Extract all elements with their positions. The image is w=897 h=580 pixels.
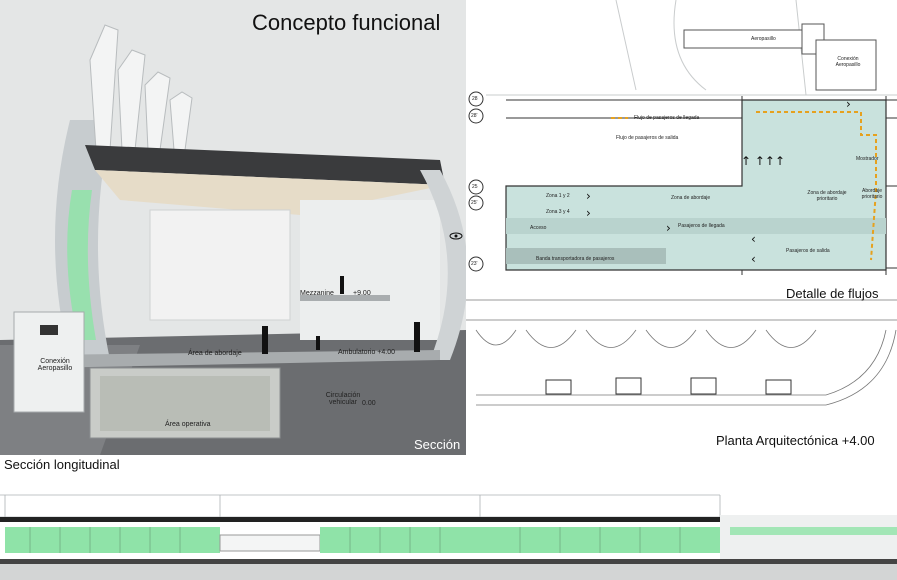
axis-label-23-prime: 23': [471, 261, 478, 267]
airbridge-connection-label: Conexión Aeropasillo: [37, 358, 73, 372]
departure-flow-legend: Flujo de pasajeros de salida: [616, 135, 679, 141]
axis-label-25: 25: [472, 184, 478, 190]
svg-text:›: ›: [846, 97, 851, 111]
arriving-passengers-label: Pasajeros de llegada: [678, 223, 725, 229]
plan-title: Planta Arquitectónica +4.00: [716, 433, 875, 448]
departing-passengers-label: Pasajeros de salida: [786, 248, 830, 254]
arrival-flow-legend: Flujo de pasajeros de llegada: [634, 115, 700, 121]
axis-label-28: 28: [472, 96, 478, 102]
ambulatory-label: Ambulatorio +4.00: [338, 349, 396, 356]
axis-label-25-prime: 25': [471, 200, 478, 206]
svg-text:›: ›: [586, 189, 591, 203]
section-render-panel: Concepto funcional Sección Mezzanine +9.…: [0, 0, 466, 455]
boarding-area-label: Área de abordaje: [188, 350, 242, 357]
svg-text:›: ›: [666, 221, 671, 235]
section-title: Concepto funcional: [252, 10, 441, 35]
airbridge-label: Aeropasillo: [751, 36, 776, 42]
ground-level-label: 0.00: [362, 400, 376, 407]
longitudinal-section-drawing: [0, 494, 897, 580]
boarding-zone-label: Zona de abordaje: [671, 195, 711, 201]
priority-zone-label: Zona de abordaje prioritario: [807, 190, 847, 202]
svg-text:‹: ‹: [751, 232, 756, 246]
transport-band-label: Banda transportadora de pasajeros: [536, 256, 615, 262]
operative-area-label: Área operativa: [165, 421, 211, 428]
longitudinal-section-panel: Sección longitudinal: [0, 455, 897, 580]
svg-text:›: ›: [586, 206, 591, 220]
zone-3-4-label: Zona 3 y 4: [546, 209, 570, 215]
plan-panel: ↑ ↑↑↑ › › › ‹ ‹ › 28 28' 25 25' 23' Fluj…: [466, 0, 897, 455]
counter-label: Mostrador: [856, 156, 879, 162]
airbridge-connection-plan-label: Conexión Aeropasillo: [835, 56, 861, 68]
access-label: Acceso: [530, 225, 547, 231]
priority-boarding-label: Abordaje prioritario: [861, 188, 883, 200]
axis-label-28-prime: 28': [471, 113, 478, 119]
zone-1-2-label: Zona 1 y 2: [546, 193, 570, 199]
svg-text:‹: ‹: [751, 252, 756, 266]
mezzanine-level-label: +9.00: [353, 290, 371, 297]
svg-text:↑ ↑↑↑: ↑ ↑↑↑: [741, 154, 785, 168]
section-corner-label: Sección: [414, 437, 461, 452]
flows-title: Detalle de flujos: [786, 286, 879, 301]
vehicular-circulation-label: Circulación vehicular: [325, 392, 361, 406]
longitudinal-title: Sección longitudinal: [4, 457, 120, 472]
mezzanine-label: Mezzanine: [300, 290, 334, 297]
section-render-drawing: [0, 0, 466, 455]
